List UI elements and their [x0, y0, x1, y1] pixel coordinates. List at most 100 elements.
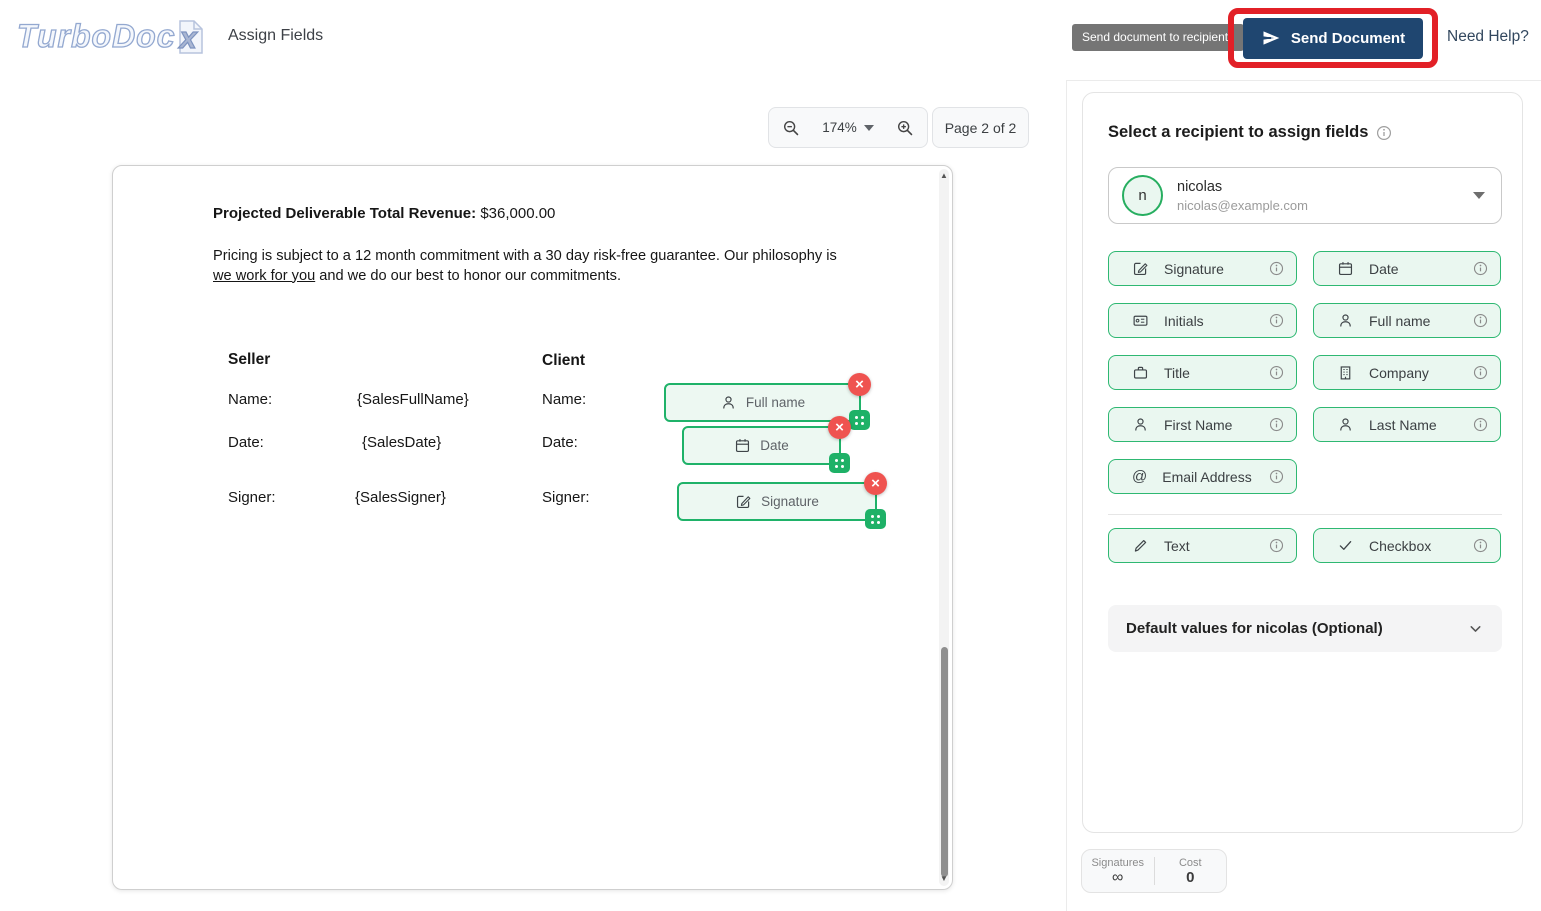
document-page: Projected Deliverable Total Revenue: $36… — [112, 165, 953, 890]
zoom-level-value: 174% — [822, 120, 857, 135]
field-button-label: Full name — [1369, 312, 1431, 329]
document-scrollbar[interactable]: ▲ ▼ — [939, 169, 949, 886]
delete-field-icon[interactable] — [864, 472, 887, 495]
resize-handle[interactable] — [829, 453, 850, 473]
seller-name-value: {SalesFullName} — [357, 391, 469, 408]
page-title: Assign Fields — [228, 27, 324, 44]
field-button-label: Last Name — [1369, 416, 1437, 433]
placed-signature-field[interactable]: Signature — [677, 472, 887, 529]
id-badge-icon — [1133, 315, 1148, 326]
send-document-button[interactable]: Send Document — [1243, 17, 1423, 59]
field-button-company[interactable]: Company — [1313, 355, 1501, 390]
zoom-level-dropdown[interactable]: 174% — [822, 120, 874, 135]
field-button-text[interactable]: Text — [1108, 528, 1297, 563]
seller-date-value: {SalesDate} — [362, 434, 442, 451]
turbodocx-logo: TurboDoc x — [16, 12, 208, 60]
zoom-out-button[interactable] — [782, 119, 800, 137]
at-sign-icon: @ — [1132, 468, 1148, 485]
field-button-date[interactable]: Date — [1313, 251, 1501, 286]
page-indicator: Page 2 of 2 — [932, 107, 1029, 148]
recipient-name: nicolas — [1177, 178, 1223, 195]
panel-title: Select a recipient to assign fields — [1108, 123, 1392, 142]
zoom-in-icon — [897, 120, 913, 135]
scroll-up-arrow[interactable]: ▲ — [939, 170, 949, 182]
panel-top-divider — [1066, 80, 1541, 81]
panel-title-text: Select a recipient to assign fields — [1108, 123, 1369, 141]
need-help-link[interactable]: Need Help? — [1447, 28, 1529, 46]
recipient-email: nicolas@example.com — [1177, 197, 1308, 213]
delete-field-icon[interactable] — [828, 416, 851, 439]
field-button-email[interactable]: @ Email Address — [1108, 459, 1297, 494]
seller-date-label: Date: — [228, 434, 264, 451]
annotation-highlight-box: Send Document — [1228, 8, 1438, 68]
pricing-text-after: and we do our best to honor our commitme… — [315, 267, 622, 284]
revenue-value: $36,000.00 — [476, 205, 556, 222]
client-date-label: Date: — [542, 434, 578, 451]
placed-field-label: Full name — [745, 395, 806, 410]
recipient-avatar: n — [1122, 175, 1163, 216]
app-root: TurboDoc x Assign Fields Send document t… — [0, 0, 1541, 911]
info-icon — [1269, 538, 1284, 553]
field-button-label: Checkbox — [1369, 537, 1432, 554]
chevron-down-icon — [1473, 192, 1485, 199]
calendar-icon — [1338, 262, 1353, 276]
info-icon — [1377, 125, 1392, 140]
field-button-title[interactable]: Title — [1108, 355, 1297, 390]
building-icon — [1340, 366, 1351, 380]
signatures-label: Signatures — [1091, 856, 1145, 869]
placed-date-field[interactable]: Date — [682, 416, 851, 473]
resize-handle[interactable] — [865, 509, 886, 529]
pricing-text: Pricing is subject to a 12 month commitm… — [213, 248, 837, 264]
field-button-fullname[interactable]: Full name — [1313, 303, 1501, 338]
field-button-checkbox[interactable]: Checkbox — [1313, 528, 1501, 563]
revenue-label: Projected Deliverable Total Revenue: — [213, 205, 477, 222]
signatures-value: ∞ — [1112, 868, 1124, 886]
send-document-label: Send Document — [1290, 29, 1406, 47]
field-button-signature[interactable]: Signature — [1108, 251, 1297, 286]
zoom-out-icon — [783, 120, 799, 135]
delete-field-icon[interactable] — [848, 373, 871, 396]
person-icon — [1135, 418, 1146, 431]
cost-cell: Cost 0 — [1155, 850, 1227, 892]
scroll-down-arrow[interactable]: ▼ — [939, 873, 949, 885]
section-divider — [1108, 514, 1502, 515]
calendar-icon — [736, 439, 750, 453]
pencil-icon — [1134, 539, 1147, 552]
pricing-underlined-text: we work for you — [213, 267, 316, 284]
info-icon — [1473, 261, 1488, 276]
seller-signer-value: {SalesSigner} — [355, 489, 446, 506]
signatures-cell: Signatures ∞ — [1082, 850, 1154, 892]
field-button-label: Email Address — [1162, 468, 1252, 485]
field-button-label: Title — [1164, 364, 1190, 381]
field-button-label: Company — [1369, 364, 1429, 381]
info-icon — [1473, 313, 1488, 328]
default-values-accordion[interactable]: Default values for nicolas (Optional) — [1108, 605, 1502, 652]
client-signer-label: Signer: — [542, 489, 590, 506]
field-button-firstname[interactable]: First Name — [1108, 407, 1297, 442]
person-icon — [723, 396, 734, 409]
info-icon — [1269, 417, 1284, 432]
accordion-label: Default values for nicolas (Optional) — [1126, 620, 1383, 637]
client-header: Client — [542, 352, 586, 369]
field-button-label: First Name — [1164, 416, 1233, 433]
info-icon — [1269, 261, 1284, 276]
assign-fields-panel: Select a recipient to assign fields n ni… — [1082, 92, 1523, 833]
pricing-paragraph: Pricing is subject to a 12 month commitm… — [213, 247, 841, 286]
seller-name-label: Name: — [228, 391, 273, 408]
person-icon — [1340, 418, 1351, 431]
scrollbar-thumb[interactable] — [940, 647, 948, 877]
panel-left-divider — [1066, 80, 1067, 911]
info-icon — [1473, 417, 1488, 432]
field-button-lastname[interactable]: Last Name — [1313, 407, 1501, 442]
seller-signer-label: Signer: — [228, 489, 276, 506]
resize-handle[interactable] — [849, 410, 870, 430]
field-button-initials[interactable]: Initials — [1108, 303, 1297, 338]
info-icon — [1269, 365, 1284, 380]
send-icon — [1263, 31, 1280, 45]
placed-field-label: Signature — [761, 494, 819, 509]
zoom-in-button[interactable] — [896, 119, 914, 137]
info-icon — [1473, 365, 1488, 380]
signature-icon — [737, 495, 751, 509]
person-icon — [1340, 314, 1351, 327]
recipient-select[interactable]: n nicolas nicolas@example.com — [1108, 167, 1502, 224]
